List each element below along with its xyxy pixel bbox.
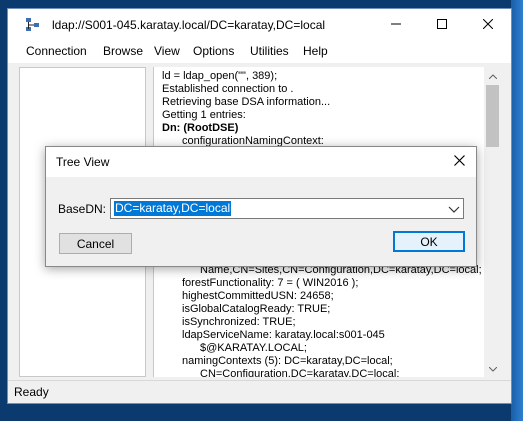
output-line: Getting 1 entries: bbox=[162, 109, 246, 121]
close-icon bbox=[482, 18, 494, 32]
close-window-button[interactable] bbox=[465, 9, 511, 41]
output-line: isGlobalCatalogReady: TRUE; bbox=[182, 303, 331, 315]
status-bar: Ready bbox=[8, 380, 511, 403]
minimize-button[interactable] bbox=[373, 9, 419, 41]
menu-utilities[interactable]: Utilities bbox=[250, 44, 289, 58]
basedn-combobox[interactable]: DC=karatay,DC=local bbox=[110, 198, 464, 219]
output-line: Dn: (RootDSE) bbox=[162, 122, 239, 134]
menu-options[interactable]: Options bbox=[193, 44, 234, 58]
maximize-button[interactable] bbox=[419, 9, 465, 41]
dialog-title-bar[interactable]: Tree View bbox=[46, 147, 476, 177]
menu-help[interactable]: Help bbox=[303, 44, 328, 58]
minimize-icon bbox=[391, 19, 401, 32]
status-text: Ready bbox=[14, 385, 49, 399]
output-line: Established connection to . bbox=[162, 83, 294, 95]
output-line: isSynchronized: TRUE; bbox=[182, 316, 296, 328]
desktop-background bbox=[511, 0, 523, 421]
menu-connection[interactable]: Connection bbox=[26, 44, 87, 58]
output-line: ldapServiceName: karatay.local:s001-045 bbox=[182, 329, 385, 341]
network-tree-icon bbox=[26, 18, 40, 32]
chevron-down-icon bbox=[488, 363, 497, 375]
basedn-label: BaseDN: bbox=[58, 202, 107, 216]
menu-view[interactable]: View bbox=[154, 44, 180, 58]
chevron-down-icon[interactable] bbox=[448, 203, 460, 215]
menu-bar: Connection Browse View Options Utilities… bbox=[8, 41, 511, 61]
chevron-up-icon bbox=[488, 70, 497, 82]
scroll-thumb[interactable] bbox=[486, 85, 499, 147]
cancel-button[interactable]: Cancel bbox=[59, 233, 132, 254]
output-line: CN=Configuration,DC=karatay,DC=local; bbox=[200, 368, 400, 377]
menu-browse[interactable]: Browse bbox=[103, 44, 143, 58]
title-bar[interactable]: ldap://S001-045.karatay.local/DC=karatay… bbox=[8, 9, 511, 41]
scroll-down-arrow[interactable] bbox=[484, 360, 501, 377]
dialog-title: Tree View bbox=[56, 155, 110, 169]
output-line: highestCommittedUSN: 24658; bbox=[182, 290, 334, 302]
output-line: Retrieving base DSA information... bbox=[162, 96, 331, 108]
basedn-value[interactable]: DC=karatay,DC=local bbox=[114, 201, 232, 216]
output-line: namingContexts (5): DC=karatay,DC=local; bbox=[182, 355, 393, 367]
dialog-close-button[interactable] bbox=[448, 152, 470, 172]
scroll-up-arrow[interactable] bbox=[484, 67, 501, 84]
output-line: ld = ldap_open("", 389); bbox=[162, 70, 278, 82]
output-scrollbar[interactable] bbox=[484, 67, 501, 377]
maximize-icon bbox=[437, 18, 447, 32]
output-line: forestFunctionality: 7 = ( WIN2016 ); bbox=[182, 277, 359, 289]
ok-button[interactable]: OK bbox=[393, 231, 465, 252]
tree-view-dialog: Tree View BaseDN: DC=karatay,DC=local Ca… bbox=[45, 146, 477, 267]
output-line: $@KARATAY.LOCAL; bbox=[200, 342, 307, 354]
close-icon bbox=[453, 155, 465, 169]
window-title: ldap://S001-045.karatay.local/DC=karatay… bbox=[52, 18, 326, 32]
